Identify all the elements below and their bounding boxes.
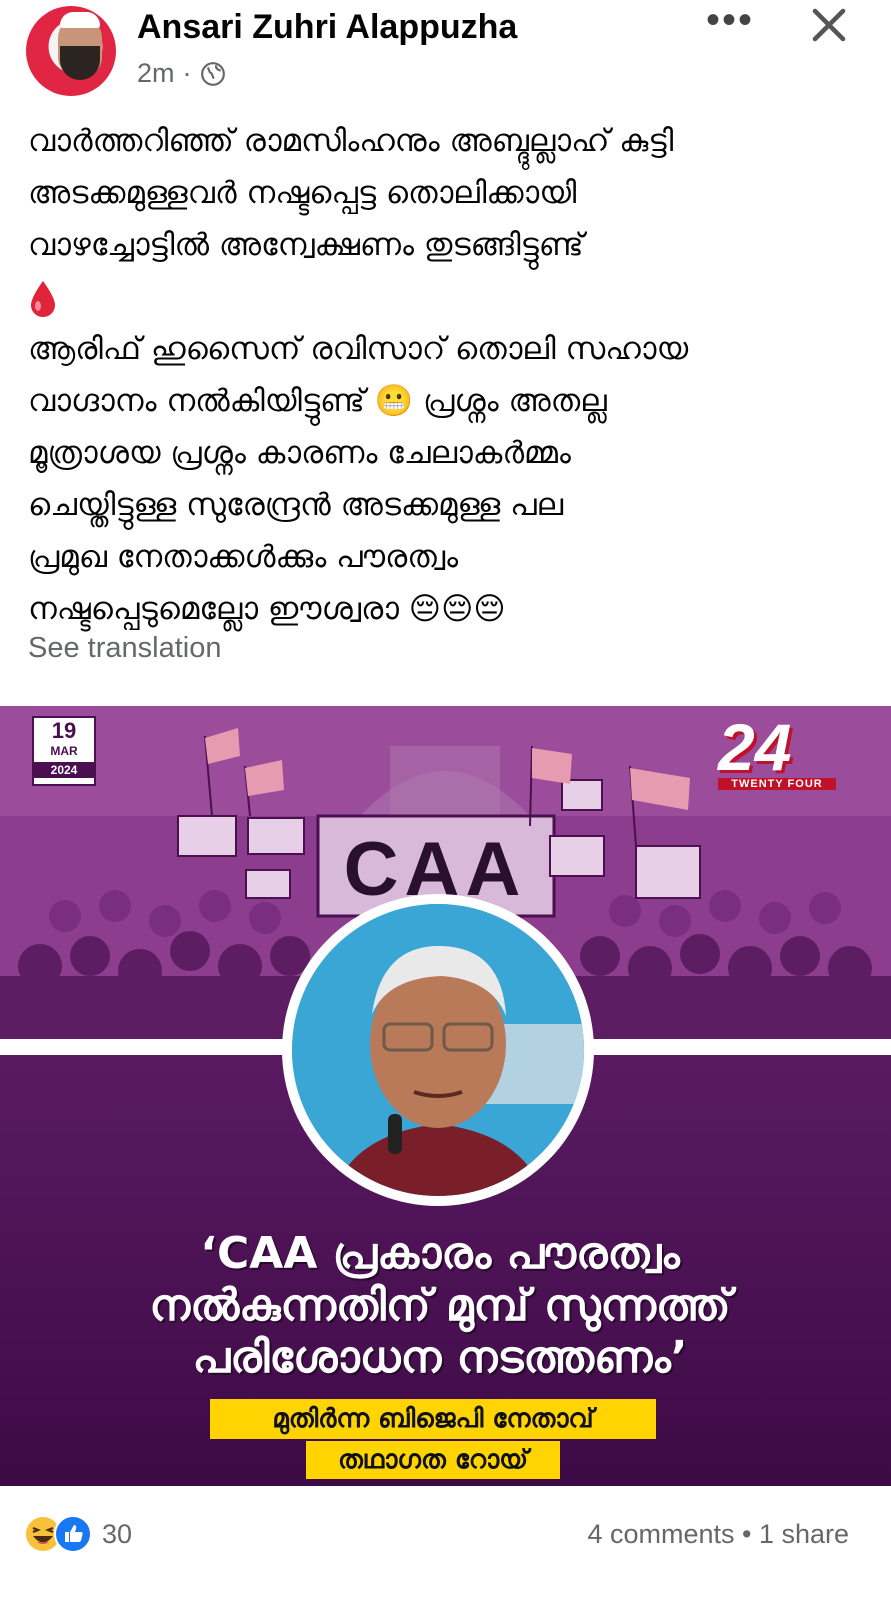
post-meta: 2m ·: [137, 58, 226, 89]
speaker-portrait: [282, 894, 594, 1206]
channel-logo: 24 TWENTY FOUR: [718, 710, 842, 790]
post-time[interactable]: 2m: [137, 58, 175, 89]
date-month: MAR: [50, 744, 78, 758]
post-paragraph-1: വാർത്തറിഞ്ഞ് രാമസിംഹനും അബ്ദുല്ലാഹ് കുട്…: [28, 123, 674, 263]
globe-icon: [200, 61, 225, 86]
person-illustration: [292, 904, 584, 1196]
channel-number: 24: [718, 710, 792, 784]
reaction-count: 30: [102, 1518, 133, 1549]
comments-shares[interactable]: 4 comments • 1 share: [587, 1519, 849, 1550]
source-role-label: മുതിർന്ന ബിജെപി നേതാവ്: [210, 1399, 656, 1439]
date-year: 2024: [34, 762, 94, 778]
source-name-label: തഥാഗത റോയ്: [306, 1441, 560, 1479]
close-icon[interactable]: [808, 4, 850, 46]
avatar[interactable]: [26, 6, 116, 96]
meta-separator: ·: [182, 58, 192, 88]
blood-drop-icon: [31, 280, 55, 317]
see-translation-link[interactable]: See translation: [28, 632, 221, 665]
avatar-beard: [60, 46, 100, 80]
more-icon[interactable]: •••: [706, 0, 754, 40]
news-card-image[interactable]: 19 MAR 2024 24 TWENTY FOUR CAA ‘CAA പ്രക…: [0, 706, 891, 1486]
post-header: Ansari Zuhri Alappuzha 2m · •••: [0, 0, 891, 110]
like-icon: [54, 1515, 92, 1553]
portrait-photo: [292, 904, 584, 1196]
post-text: വാർത്തറിഞ്ഞ് രാമസിംഹനും അബ്ദുല്ലാഹ് കുട്…: [28, 115, 858, 635]
author-name[interactable]: Ansari Zuhri Alappuzha: [137, 8, 517, 47]
post-paragraph-2: ആരിഫ് ഹുസൈന് രവിസാറ് തൊലി സഹായ വാഗ്ദാനം …: [28, 331, 689, 627]
channel-name: TWENTY FOUR: [718, 778, 836, 790]
date-day: 19: [51, 718, 77, 743]
post-footer: 30 4 comments • 1 share: [0, 1505, 891, 1565]
avatar-cap: [60, 12, 100, 28]
headline-quote: ‘CAA പ്രകാരം പൗരത്വം നൽകുന്നതിന് മുമ്പ് …: [149, 1228, 731, 1383]
reactions-summary[interactable]: 30: [24, 1515, 132, 1553]
date-badge: 19 MAR 2024: [32, 716, 96, 786]
